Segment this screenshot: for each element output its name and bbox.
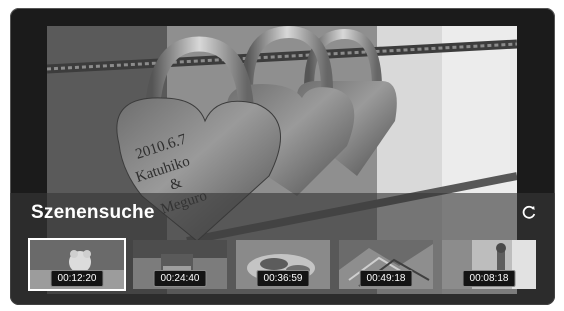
panel-title: Szenensuche — [31, 202, 155, 223]
scene-timestamp: 00:36:59 — [256, 270, 310, 287]
scene-thumbnail-2[interactable]: 00:24:40 — [133, 240, 227, 289]
scene-thumbnail-4[interactable]: 00:49:18 — [339, 240, 433, 289]
scene-thumbnail-1[interactable]: 00:12:20 — [30, 240, 124, 289]
scene-timestamp: 00:08:18 — [462, 270, 516, 287]
tv-screen-frame: 2010.6.7 Katuhiko & Meguro Szenensuche — [10, 8, 555, 305]
scene-thumbnail-3[interactable]: 00:36:59 — [236, 240, 330, 289]
scene-timestamp: 00:12:20 — [50, 270, 104, 287]
scene-search-panel: Szenensuche 00:12:20 00:24:40 00:36:59 0… — [10, 193, 555, 305]
scene-thumbnail-5[interactable]: 00:08:18 — [442, 240, 536, 289]
refresh-icon[interactable] — [521, 204, 537, 220]
scene-timestamp: 00:49:18 — [359, 270, 413, 287]
scene-timestamp: 00:24:40 — [153, 270, 207, 287]
scene-thumbnail-strip: 00:12:20 00:24:40 00:36:59 00:49:18 00:0… — [30, 240, 536, 290]
